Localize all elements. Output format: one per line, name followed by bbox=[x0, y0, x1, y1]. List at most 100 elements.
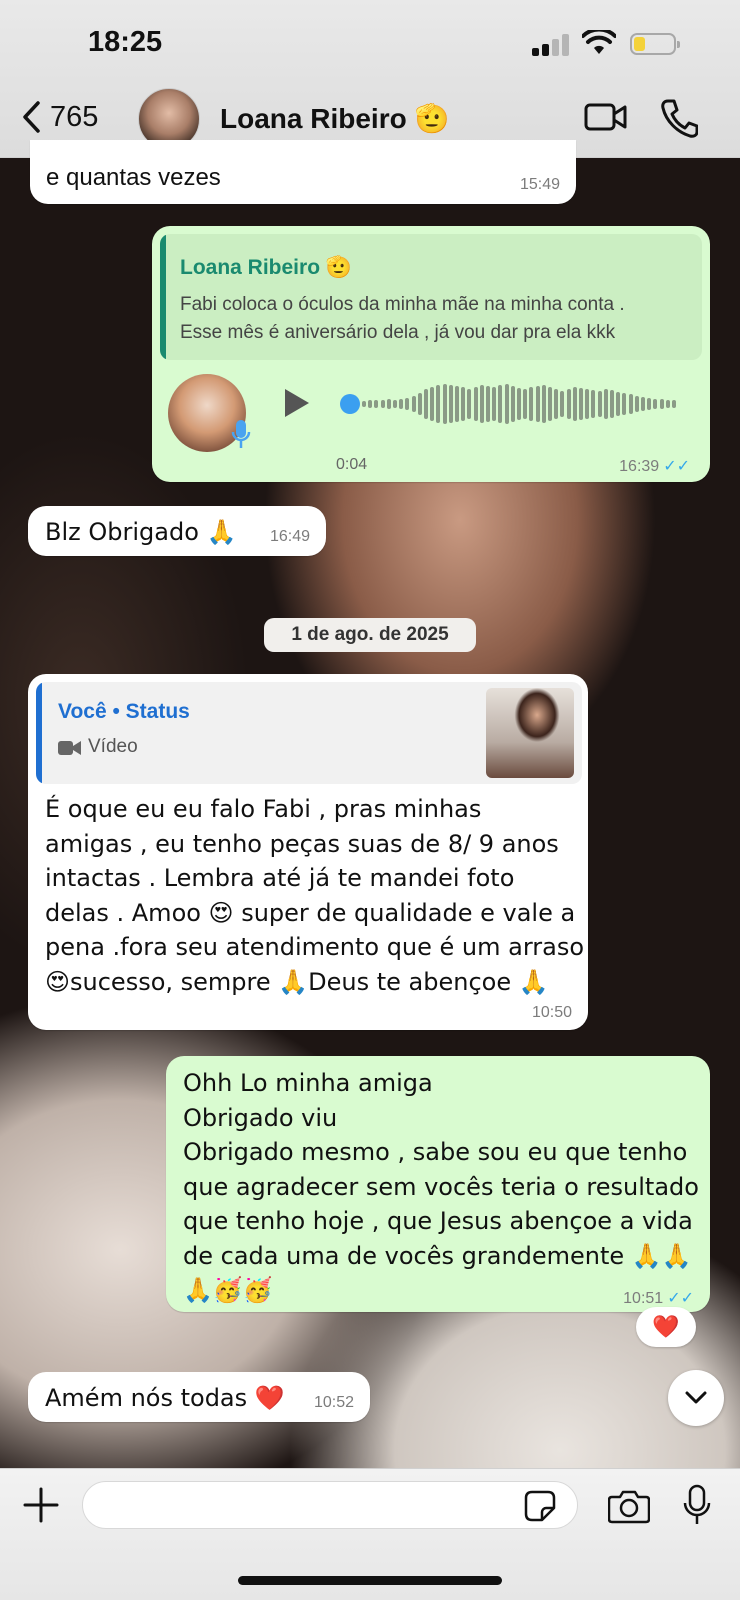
waveform-bar bbox=[529, 387, 534, 421]
waveform-bar bbox=[554, 389, 559, 419]
scroll-to-bottom-button[interactable] bbox=[668, 1370, 724, 1426]
phone-call-button[interactable] bbox=[660, 98, 698, 138]
quote-text-line: Esse mês é aniversário dela , já vou dar… bbox=[180, 322, 616, 343]
back-unread-count: 765 bbox=[50, 100, 99, 133]
message-time: 16:49 bbox=[269, 528, 310, 545]
sticker-icon[interactable] bbox=[524, 1490, 556, 1522]
message-text: Blz Obrigado 🙏 bbox=[45, 518, 237, 546]
waveform-bar bbox=[672, 400, 676, 408]
waveform-bar bbox=[622, 393, 627, 415]
waveform-bar bbox=[560, 391, 565, 417]
voice-progress-dot[interactable] bbox=[340, 394, 360, 414]
back-button[interactable]: 765 bbox=[20, 100, 98, 134]
waveform-bar bbox=[442, 384, 447, 424]
waveform-bar bbox=[541, 385, 546, 423]
waveform-bar bbox=[473, 387, 478, 421]
read-receipt-icon: ✓✓ bbox=[663, 458, 690, 475]
chevron-left-icon bbox=[23, 101, 40, 133]
quote-type: Vídeo bbox=[88, 736, 138, 757]
message-text-line: que agradecer sem vocês teria o resultad… bbox=[183, 1172, 699, 1201]
video-call-button[interactable] bbox=[584, 100, 628, 134]
waveform-bar bbox=[492, 387, 497, 421]
message-incoming[interactable]: Amém nós todas ❤️ 10:52 bbox=[28, 1372, 370, 1422]
waveform-bar bbox=[436, 385, 441, 423]
waveform-bar bbox=[362, 401, 366, 407]
contact-name[interactable]: Loana Ribeiro 🫡 bbox=[220, 102, 449, 135]
waveform-bar bbox=[585, 389, 590, 419]
waveform-bar bbox=[504, 384, 509, 424]
message-incoming-status-reply[interactable]: Você • Status Vídeo É oque eu eu falo Fa… bbox=[28, 674, 588, 1030]
message-incoming[interactable]: e quantas vezes 15:49 bbox=[30, 140, 576, 204]
waveform-bar bbox=[653, 399, 658, 409]
message-reaction[interactable]: ❤️ bbox=[636, 1307, 696, 1347]
waveform-bar bbox=[535, 386, 540, 422]
waveform-bar bbox=[659, 399, 664, 409]
message-text-line: 🙏🥳🥳 bbox=[183, 1276, 273, 1304]
message-incoming[interactable]: Blz Obrigado 🙏 16:49 bbox=[28, 506, 326, 556]
chevron-down-icon bbox=[685, 1391, 707, 1404]
message-outgoing-voice[interactable]: Loana Ribeiro 🫡 Fabi coloca o óculos da … bbox=[152, 226, 710, 482]
waveform-bar bbox=[616, 392, 621, 416]
message-outgoing[interactable]: Ohh Lo minha amiga Obrigado viu Obrigado… bbox=[166, 1056, 710, 1312]
waveform-bar bbox=[566, 389, 571, 419]
waveform-bar bbox=[572, 387, 577, 421]
message-text-line: pena .fora seu atendimento que é um arra… bbox=[45, 933, 585, 961]
waveform-bar bbox=[603, 389, 608, 419]
message-text: e quantas vezes bbox=[46, 164, 221, 191]
voice-waveform[interactable] bbox=[362, 376, 682, 432]
message-time: 10:51 ✓✓ bbox=[623, 1290, 694, 1307]
waveform-bar bbox=[641, 397, 645, 411]
message-body: Ohh Lo minha amiga Obrigado viu Obrigado… bbox=[183, 1066, 699, 1308]
status-thumbnail bbox=[486, 688, 574, 778]
waveform-bar bbox=[628, 394, 633, 414]
voice-record-button[interactable] bbox=[682, 1484, 712, 1526]
waveform-bar bbox=[374, 400, 379, 408]
date-separator: 1 de ago. de 2025 bbox=[264, 618, 476, 652]
battery-icon bbox=[630, 33, 680, 55]
chat-header: 18:25 765 Loana Ribeiro 🫡 bbox=[0, 0, 740, 158]
quote-author: Loana Ribeiro 🫡 bbox=[180, 256, 352, 279]
waveform-bar bbox=[579, 388, 583, 420]
waveform-bar bbox=[634, 396, 639, 412]
message-input[interactable] bbox=[82, 1481, 578, 1529]
message-time: 16:39 ✓✓ bbox=[619, 458, 690, 475]
message-body: É oque eu eu falo Fabi , pras minhas ami… bbox=[45, 792, 584, 999]
waveform-bar bbox=[467, 389, 472, 419]
message-text-line: delas . Amoo 😍 super de qualidade e vale… bbox=[45, 898, 576, 927]
waveform-bar bbox=[498, 385, 503, 423]
quote-text-line: Fabi coloca o óculos da minha mãe na min… bbox=[180, 294, 625, 315]
video-icon bbox=[58, 741, 81, 755]
waveform-bar bbox=[368, 400, 373, 408]
read-receipt-icon: ✓✓ bbox=[667, 1290, 694, 1307]
waveform-bar bbox=[610, 390, 614, 418]
waveform-bar bbox=[405, 398, 410, 410]
message-text-line: intactas . Lembra até já te mandei foto bbox=[45, 864, 515, 892]
waveform-bar bbox=[479, 385, 484, 423]
camera-button[interactable] bbox=[608, 1488, 650, 1524]
waveform-bar bbox=[448, 385, 453, 423]
status-time: 18:25 bbox=[88, 26, 163, 58]
waveform-bar bbox=[424, 389, 428, 419]
signal-icon bbox=[532, 34, 572, 56]
quoted-status[interactable]: Você • Status Vídeo bbox=[36, 682, 582, 784]
waveform-bar bbox=[665, 400, 670, 408]
message-text-line: 😍sucesso, sempre 🙏Deus te abençoe 🙏 bbox=[45, 967, 549, 996]
waveform-bar bbox=[417, 393, 422, 415]
microphone-icon bbox=[231, 420, 251, 448]
home-indicator bbox=[238, 1576, 502, 1585]
message-text: Amém nós todas ❤️ bbox=[45, 1384, 285, 1412]
attach-button[interactable] bbox=[22, 1486, 60, 1524]
waveform-bar bbox=[597, 391, 602, 417]
waveform-bar bbox=[430, 387, 435, 421]
message-text-line: Obrigado mesmo , sabe sou eu que tenho bbox=[183, 1138, 688, 1166]
waveform-bar bbox=[486, 386, 490, 422]
quoted-message[interactable]: Loana Ribeiro 🫡 Fabi coloca o óculos da … bbox=[160, 234, 702, 360]
waveform-bar bbox=[386, 399, 391, 409]
play-icon[interactable] bbox=[282, 386, 312, 420]
waveform-bar bbox=[411, 396, 416, 412]
message-text-line: que tenho hoje , que Jesus abençoe a vid… bbox=[183, 1207, 693, 1235]
waveform-bar bbox=[647, 398, 652, 410]
waveform-bar bbox=[393, 400, 397, 408]
waveform-bar bbox=[461, 387, 466, 421]
wifi-icon bbox=[582, 30, 616, 54]
